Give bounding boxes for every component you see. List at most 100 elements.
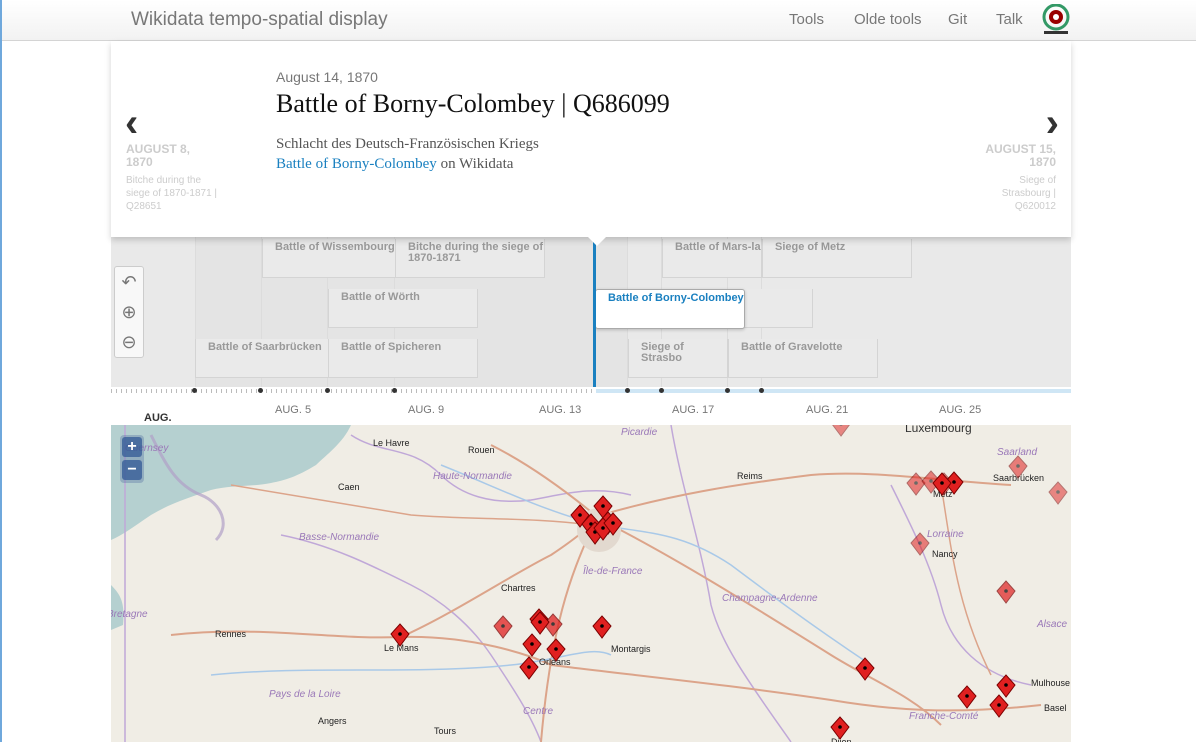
next-event-date[interactable]: AUGUST 15, 1870 [956, 143, 1056, 169]
map-city-label: Chartres [501, 583, 536, 593]
axis-label: AUG. 13 [539, 404, 582, 416]
prev-event-title[interactable]: Bitche during the siege of 1870-1871 | Q… [126, 174, 221, 213]
map-city-label: Caen [338, 482, 360, 492]
timeline-current-indicator [593, 237, 596, 393]
timeline-axis: AUG. AUG. 5 AUG. 9 AUG. 13 AUG. 17 AUG. … [111, 387, 1071, 425]
zoom-out-icon[interactable]: ⊖ [115, 327, 143, 357]
axis-event-dot [258, 388, 263, 393]
axis-label: AUG. 25 [939, 404, 982, 416]
map-zoom-in-button[interactable]: + [122, 437, 142, 457]
event-marker-pin-icon[interactable] [492, 615, 514, 639]
event-slide: ‹ AUGUST 8, 1870 Bitche during the siege… [111, 41, 1071, 246]
event-marker-pin-icon[interactable] [389, 623, 411, 647]
event-marker-pin-icon[interactable] [545, 638, 567, 662]
map-city-label: Le Havre [373, 438, 410, 448]
map-city-label: Rennes [215, 629, 247, 639]
timeline-marker[interactable]: Battle of Mars-la [662, 239, 762, 278]
wikimedia-labs-logo[interactable] [1040, 4, 1072, 38]
axis-event-dot [192, 388, 197, 393]
next-arrow-icon[interactable]: › [1046, 103, 1059, 143]
next-event-title[interactable]: Siege of Strasbourg | Q620012 [976, 174, 1056, 213]
event-marker-pin-icon[interactable] [854, 657, 876, 681]
timeline-marker[interactable]: Battle of Wörth [328, 289, 478, 328]
event-marker-pin-icon[interactable] [909, 532, 931, 556]
event-marker-pin-icon[interactable] [591, 615, 613, 639]
timeline[interactable]: Battle of Wissembourg Bitche during the … [111, 237, 1071, 425]
timeline-marker[interactable]: Siege of Strasbo [628, 339, 728, 378]
wikidata-link[interactable]: Battle of Borny-Colombey [276, 156, 437, 172]
event-marker-pin-icon[interactable] [521, 633, 543, 657]
back-icon[interactable]: ↶ [115, 267, 143, 297]
current-event-title: Battle of Borny-Colombey | Q686099 [276, 89, 670, 118]
timeline-marker[interactable]: Battle of Gravelotte [728, 339, 878, 378]
slide-pointer [588, 237, 606, 246]
event-marker-pin-icon[interactable] [1007, 455, 1029, 479]
axis-event-dot [625, 388, 630, 393]
prev-event-date[interactable]: AUGUST 8, 1870 [126, 143, 216, 169]
axis-highlight [596, 389, 1071, 393]
brand-title[interactable]: Wikidata tempo-spatial display [131, 9, 388, 31]
map-city-label: Rouen [468, 445, 495, 455]
axis-event-dot [725, 388, 730, 393]
timeline-marker[interactable]: Siege of Metz [762, 239, 912, 278]
road [600, 519, 942, 726]
nav-tools[interactable]: Tools [789, 11, 824, 28]
map-region-label: Franche-Comté [909, 711, 979, 722]
map-zoom-control: + − [120, 435, 144, 483]
wikidata-link-suffix: on Wikidata [436, 156, 514, 172]
event-marker-pin-icon[interactable] [829, 716, 851, 740]
axis-event-dot [392, 388, 397, 393]
event-marker-pin-icon[interactable] [956, 685, 978, 709]
timeline-marker[interactable]: Battle of Wissembourg [262, 239, 396, 278]
sea [111, 585, 124, 630]
axis-label: AUG. 21 [806, 404, 849, 416]
map-city-label: Angers [318, 716, 347, 726]
map-city-label: Nancy [932, 549, 958, 559]
wikidata-link-row: Battle of Borny-Colombey on Wikidata [276, 156, 513, 173]
timeline-marker-active[interactable]: Battle of Borny-Colombey [595, 289, 745, 329]
timeline-marker[interactable]: Battle of Spicheren [328, 339, 478, 378]
event-marker-pin-icon[interactable] [931, 472, 953, 496]
map-region-label: Haute-Normandie [433, 471, 512, 482]
timeline-controls: ↶ ⊕ ⊖ [114, 266, 144, 358]
map-region-label: Île-de-France [583, 566, 643, 577]
nav-olde-tools[interactable]: Olde tools [854, 11, 922, 28]
map[interactable]: Picardie Haute-Normandie Basse-Normandie Îl… [111, 425, 1071, 742]
event-marker-pin-icon[interactable] [518, 656, 540, 680]
nav-git[interactable]: Git [948, 11, 967, 28]
map-region-label: Champagne-Ardenne [722, 593, 818, 604]
road [940, 484, 992, 676]
map-region-label: Picardie [621, 427, 658, 438]
zoom-in-icon[interactable]: ⊕ [115, 297, 143, 327]
previous-arrow-icon[interactable]: ‹ [125, 103, 138, 143]
timeline-marker[interactable]: Bitche during the siege of 1870-1871 [395, 239, 545, 278]
event-marker-pin-icon[interactable] [602, 512, 624, 536]
map-city-label: Basel [1044, 703, 1067, 713]
event-marker-pin-icon[interactable] [1047, 481, 1069, 505]
map-city-label: Montargis [611, 644, 651, 654]
map-region-label: Alsace [1037, 619, 1068, 630]
event-marker-pin-icon[interactable] [830, 425, 852, 437]
map-region-label: Basse-Normandie [299, 532, 380, 543]
map-region-label: Centre [523, 706, 554, 717]
timeline-marker[interactable]: Battle of Saarbrücken [195, 339, 329, 378]
axis-month-label: AUG. [144, 412, 172, 424]
axis-event-dot [659, 388, 664, 393]
event-marker-pin-icon[interactable] [995, 580, 1017, 604]
map-region-label: Luxembourg [905, 425, 972, 435]
map-region-label: Bretagne [111, 609, 148, 620]
axis-label: AUG. 5 [275, 404, 312, 416]
map-city-label: Tours [434, 726, 457, 736]
navbar: Wikidata tempo-spatial display Tools Old… [2, 0, 1196, 41]
current-event-date: August 14, 1870 [276, 69, 378, 85]
current-event-description: Schlacht des Deutsch-Französischen Krieg… [276, 136, 539, 152]
event-marker-pin-icon[interactable] [529, 611, 551, 635]
event-marker-pin-icon[interactable] [995, 674, 1017, 698]
map-region-label: Lorraine [927, 529, 964, 540]
axis-label: AUG. 9 [408, 404, 445, 416]
axis-label: AUG. 17 [672, 404, 715, 416]
nav-talk[interactable]: Talk [996, 11, 1023, 28]
axis-event-dot [325, 388, 330, 393]
window-edge [0, 0, 2, 742]
map-zoom-out-button[interactable]: − [122, 460, 142, 480]
